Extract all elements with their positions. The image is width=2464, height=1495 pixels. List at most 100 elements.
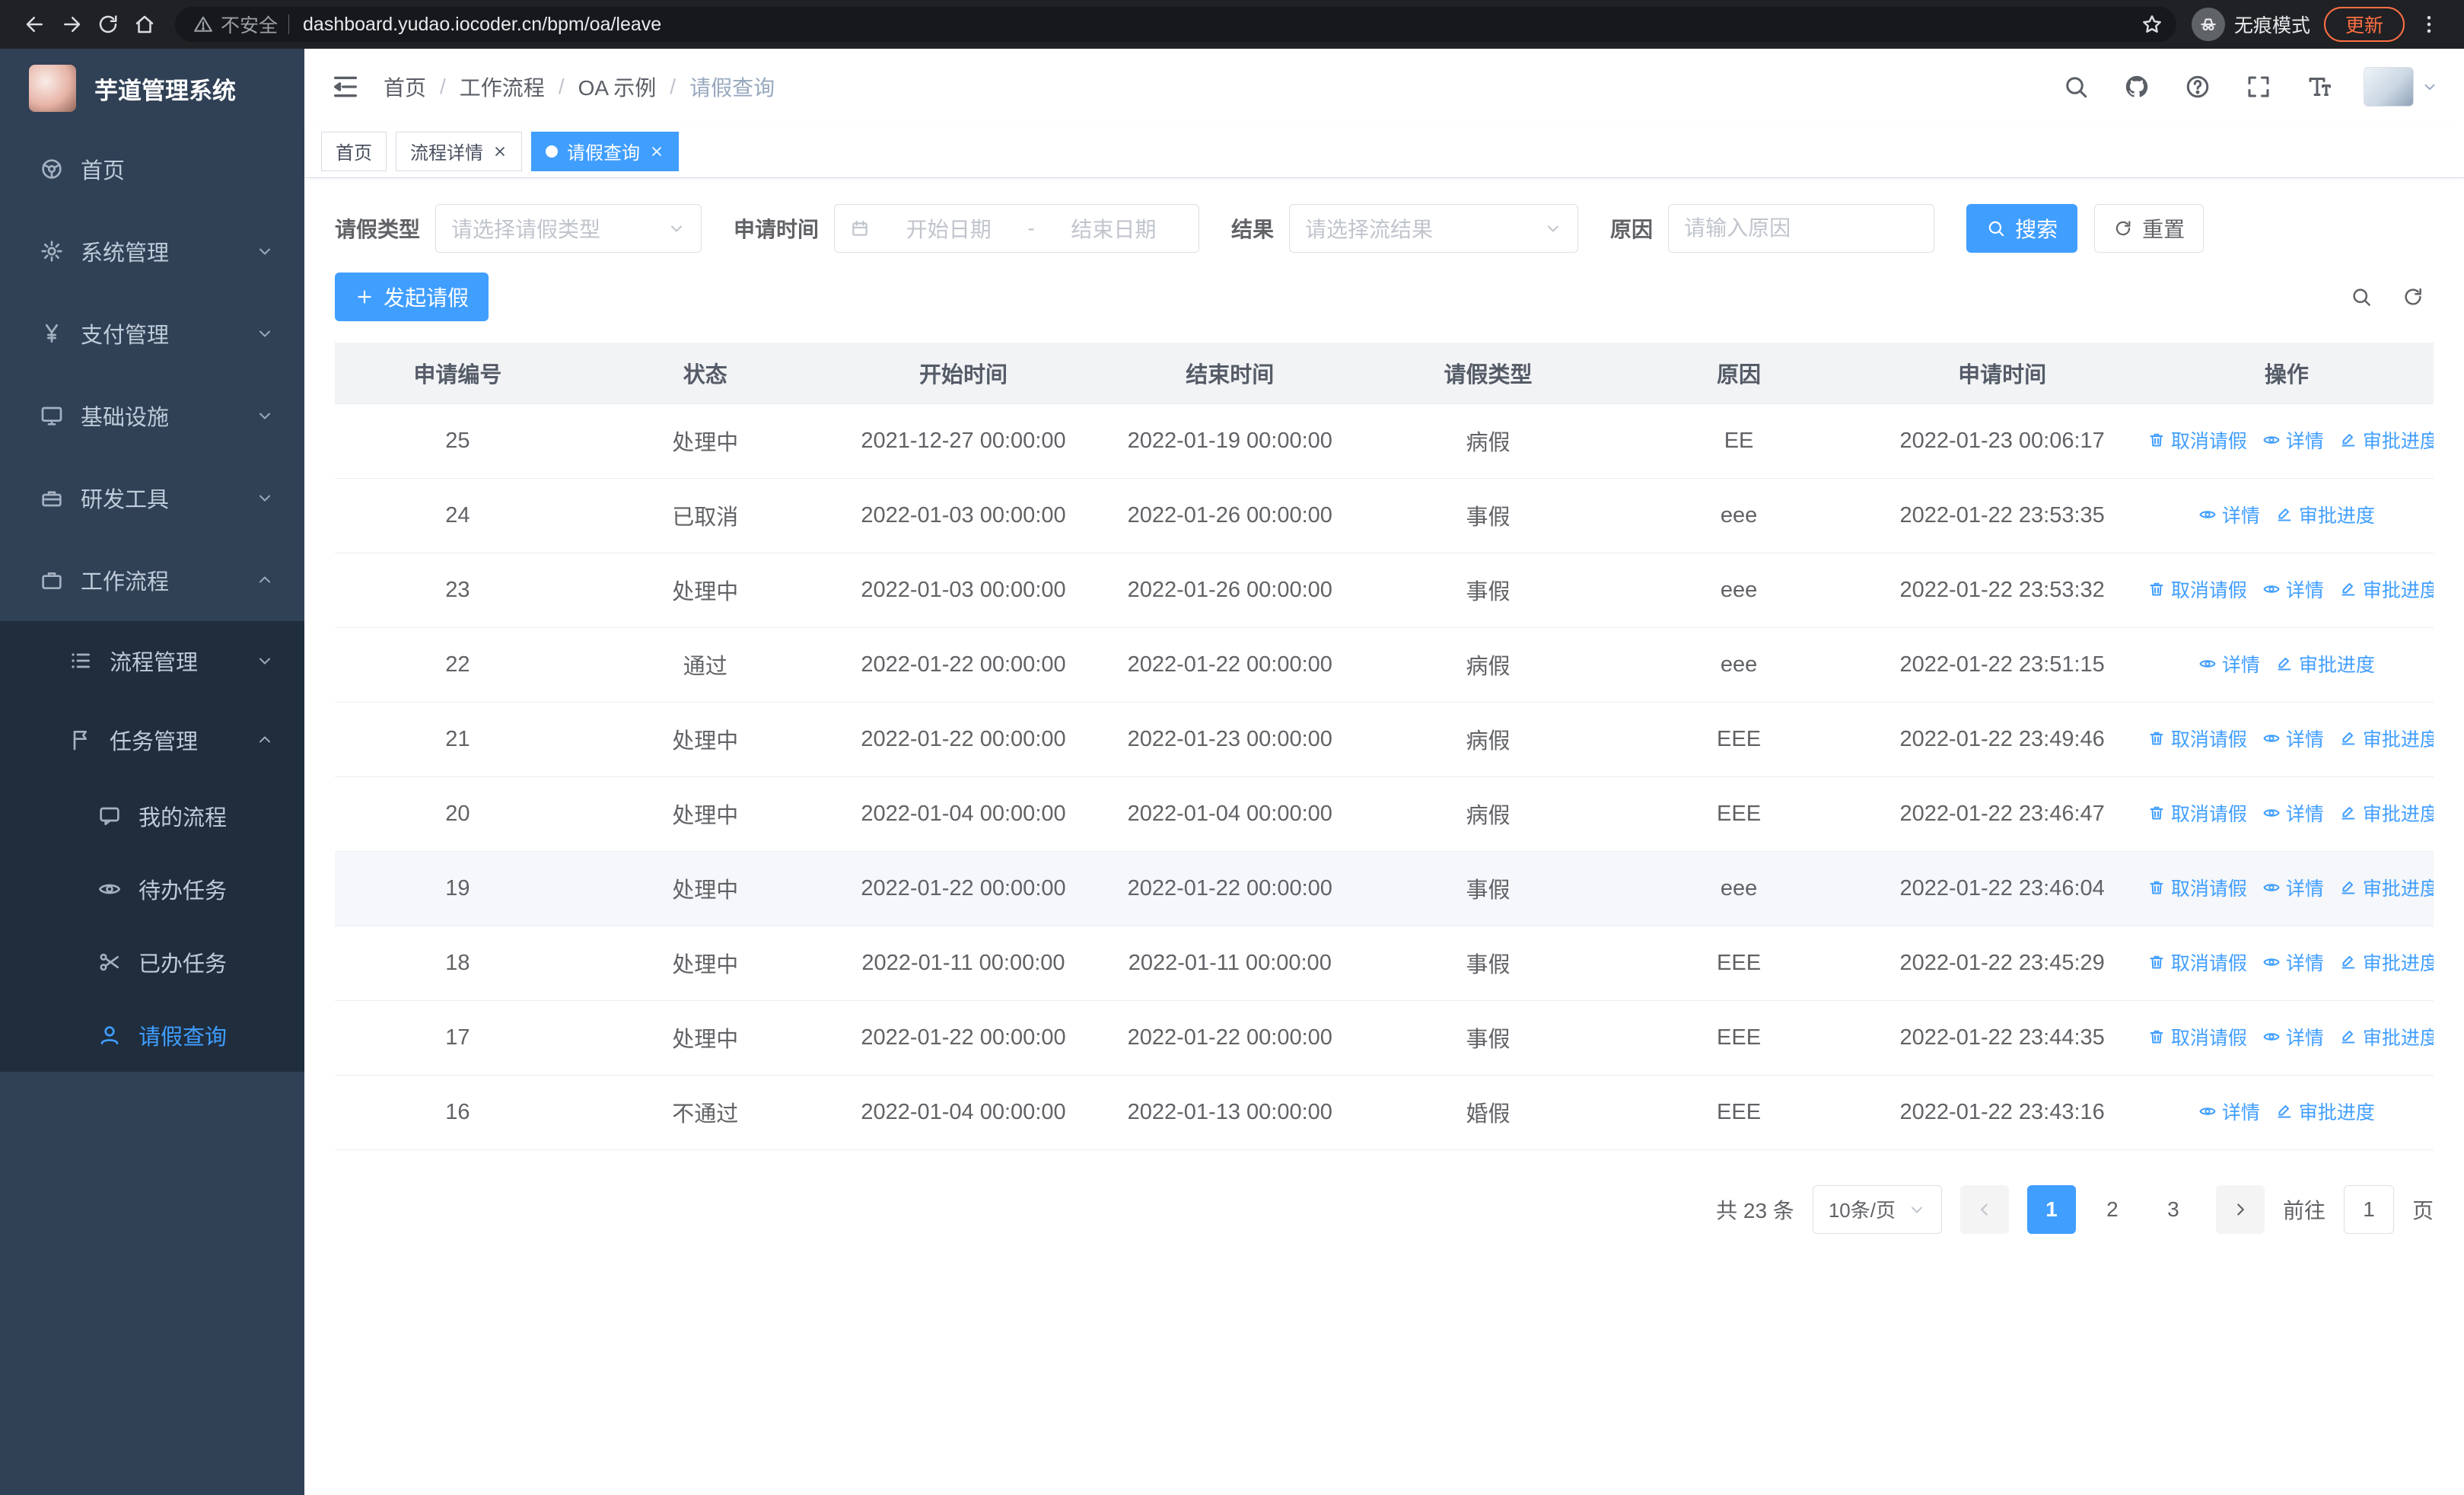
close-tab-icon[interactable] [492,144,508,159]
tab-leave-query[interactable]: 请假查询 [531,131,679,171]
detail-link[interactable]: 详情 [2262,426,2324,454]
reason-input[interactable] [1668,204,1935,253]
cell-id: 24 [335,478,581,553]
breadcrumb-item[interactable]: OA 示例 [578,72,657,102]
cancel-leave-link[interactable]: 取消请假 [2147,725,2247,752]
cell-reason: eee [1612,478,1865,553]
sidebar-item-todo-task[interactable]: 待办任务 [0,853,304,926]
detail-link[interactable]: 详情 [2198,1098,2260,1125]
logo[interactable]: 芋道管理系统 [0,49,304,128]
browser-menu-icon[interactable] [2411,6,2447,43]
reset-button[interactable]: 重置 [2094,204,2205,253]
tab-home[interactable]: 首页 [321,131,387,171]
prev-page-button[interactable] [1959,1184,2009,1234]
cell-leave-type: 事假 [1363,478,1613,553]
approval-progress-link[interactable]: 审批进度 [2339,426,2434,454]
sidebar-item-infrastructure[interactable]: 基础设施 [0,375,304,457]
address-bar[interactable]: 不安全 dashboard.yudao.iocoder.cn/bpm/oa/le… [175,7,2176,42]
github-icon[interactable] [2123,73,2150,100]
detail-link[interactable]: 详情 [2262,575,2324,603]
create-leave-button[interactable]: 发起请假 [335,273,489,321]
breadcrumb-item[interactable]: 工作流程 [460,72,545,102]
sidebar-item-label: 系统管理 [81,241,170,266]
cancel-leave-link[interactable]: 取消请假 [2147,1023,2247,1050]
column-header: 结束时间 [1097,343,1364,404]
cell-leave-type: 病假 [1363,403,1613,479]
cell-end-time: 2022-01-19 00:00:00 [1097,403,1364,479]
page-size-label: 10条/页 [1828,1199,1896,1222]
cell-actions: 取消请假 详情 审批进度 [2139,403,2434,479]
sidebar-item-system[interactable]: 系统管理 [0,210,304,292]
detail-link[interactable]: 详情 [2262,799,2324,827]
refresh-icon[interactable] [2402,285,2424,308]
cell-start-time: 2022-01-22 00:00:00 [829,627,1097,703]
close-tab-icon[interactable] [649,144,664,159]
approval-progress-link[interactable]: 审批进度 [2275,1098,2375,1125]
cancel-leave-link[interactable]: 取消请假 [2147,874,2247,901]
fullscreen-icon[interactable] [2245,73,2272,100]
font-size-icon[interactable] [2306,73,2333,100]
page-size-select[interactable]: 10条/页 [1812,1184,1942,1234]
tab-label: 请假查询 [567,143,640,164]
detail-link[interactable]: 详情 [2262,725,2324,752]
action-label: 取消请假 [2170,878,2247,900]
approval-progress-link[interactable]: 审批进度 [2339,874,2434,901]
back-icon[interactable] [17,6,53,43]
approval-progress-link[interactable]: 审批进度 [2275,650,2375,677]
edit-icon [2275,655,2294,673]
page-button-2[interactable]: 2 [2088,1185,2137,1234]
sidebar-item-home[interactable]: 首页 [0,128,304,210]
cancel-leave-link[interactable]: 取消请假 [2147,426,2247,454]
goto-page-input[interactable] [2343,1184,2394,1234]
approval-progress-link[interactable]: 审批进度 [2339,575,2434,603]
breadcrumb-separator: / [440,75,446,98]
cell-actions: 取消请假 详情 审批进度 [2139,553,2434,628]
detail-link[interactable]: 详情 [2262,1023,2324,1050]
cancel-leave-link[interactable]: 取消请假 [2147,575,2247,603]
detail-link[interactable]: 详情 [2262,874,2324,901]
sidebar-item-devtools[interactable]: 研发工具 [0,457,304,539]
next-page-button[interactable] [2215,1184,2265,1234]
sidebar-item-leave-query[interactable]: 请假查询 [0,999,304,1072]
user-menu[interactable] [2364,67,2438,107]
update-button[interactable]: 更新 [2323,7,2405,42]
approval-progress-link[interactable]: 审批进度 [2275,501,2375,528]
sidebar-item-workflow[interactable]: 工作流程 [0,539,304,621]
leave-type-select[interactable]: 请选择请假类型 [435,204,702,253]
tab-label: 流程详情 [410,143,483,164]
reload-icon[interactable] [90,6,126,43]
action-label: 取消请假 [2170,580,2247,601]
search-icon[interactable] [2062,73,2090,100]
detail-link[interactable]: 详情 [2198,650,2260,677]
approval-progress-link[interactable]: 审批进度 [2339,1023,2434,1050]
detail-link[interactable]: 详情 [2198,501,2260,528]
approval-progress-link[interactable]: 审批进度 [2339,799,2434,827]
cancel-leave-link[interactable]: 取消请假 [2147,948,2247,976]
table-row: 18 处理中 2022-01-11 00:00:00 2022-01-11 00:00… [335,926,2434,1001]
sidebar-item-process-mgmt[interactable]: 流程管理 [0,621,304,700]
page-button-3[interactable]: 3 [2149,1185,2198,1234]
approval-progress-link[interactable]: 审批进度 [2339,725,2434,752]
detail-link[interactable]: 详情 [2262,948,2324,976]
search-button[interactable]: 搜索 [1966,204,2078,253]
help-icon[interactable] [2184,73,2211,100]
home-icon[interactable] [126,6,163,43]
page-button-1[interactable]: 1 [2026,1184,2076,1234]
reset-button-label: 重置 [2142,218,2185,241]
sidebar-item-task-mgmt[interactable]: 任务管理 [0,700,304,779]
cancel-leave-link[interactable]: 取消请假 [2147,799,2247,827]
tab-process-detail[interactable]: 流程详情 [396,131,522,171]
breadcrumb-item[interactable]: 首页 [384,72,426,102]
hamburger-icon[interactable] [330,72,361,102]
bookmark-star-icon[interactable] [2135,8,2169,41]
forward-icon[interactable] [53,6,90,43]
approval-progress-link[interactable]: 审批进度 [2339,948,2434,976]
search-icon[interactable] [2350,285,2373,308]
action-label: 详情 [2285,953,2324,974]
sidebar-item-payment[interactable]: 支付管理 [0,292,304,375]
edit-icon [2275,505,2294,524]
apply-time-range[interactable]: 开始日期 - 结束日期 [834,204,1200,253]
result-select[interactable]: 请选择流结果 [1289,204,1579,253]
sidebar-item-done-task[interactable]: 已办任务 [0,926,304,999]
sidebar-item-my-process[interactable]: 我的流程 [0,779,304,853]
